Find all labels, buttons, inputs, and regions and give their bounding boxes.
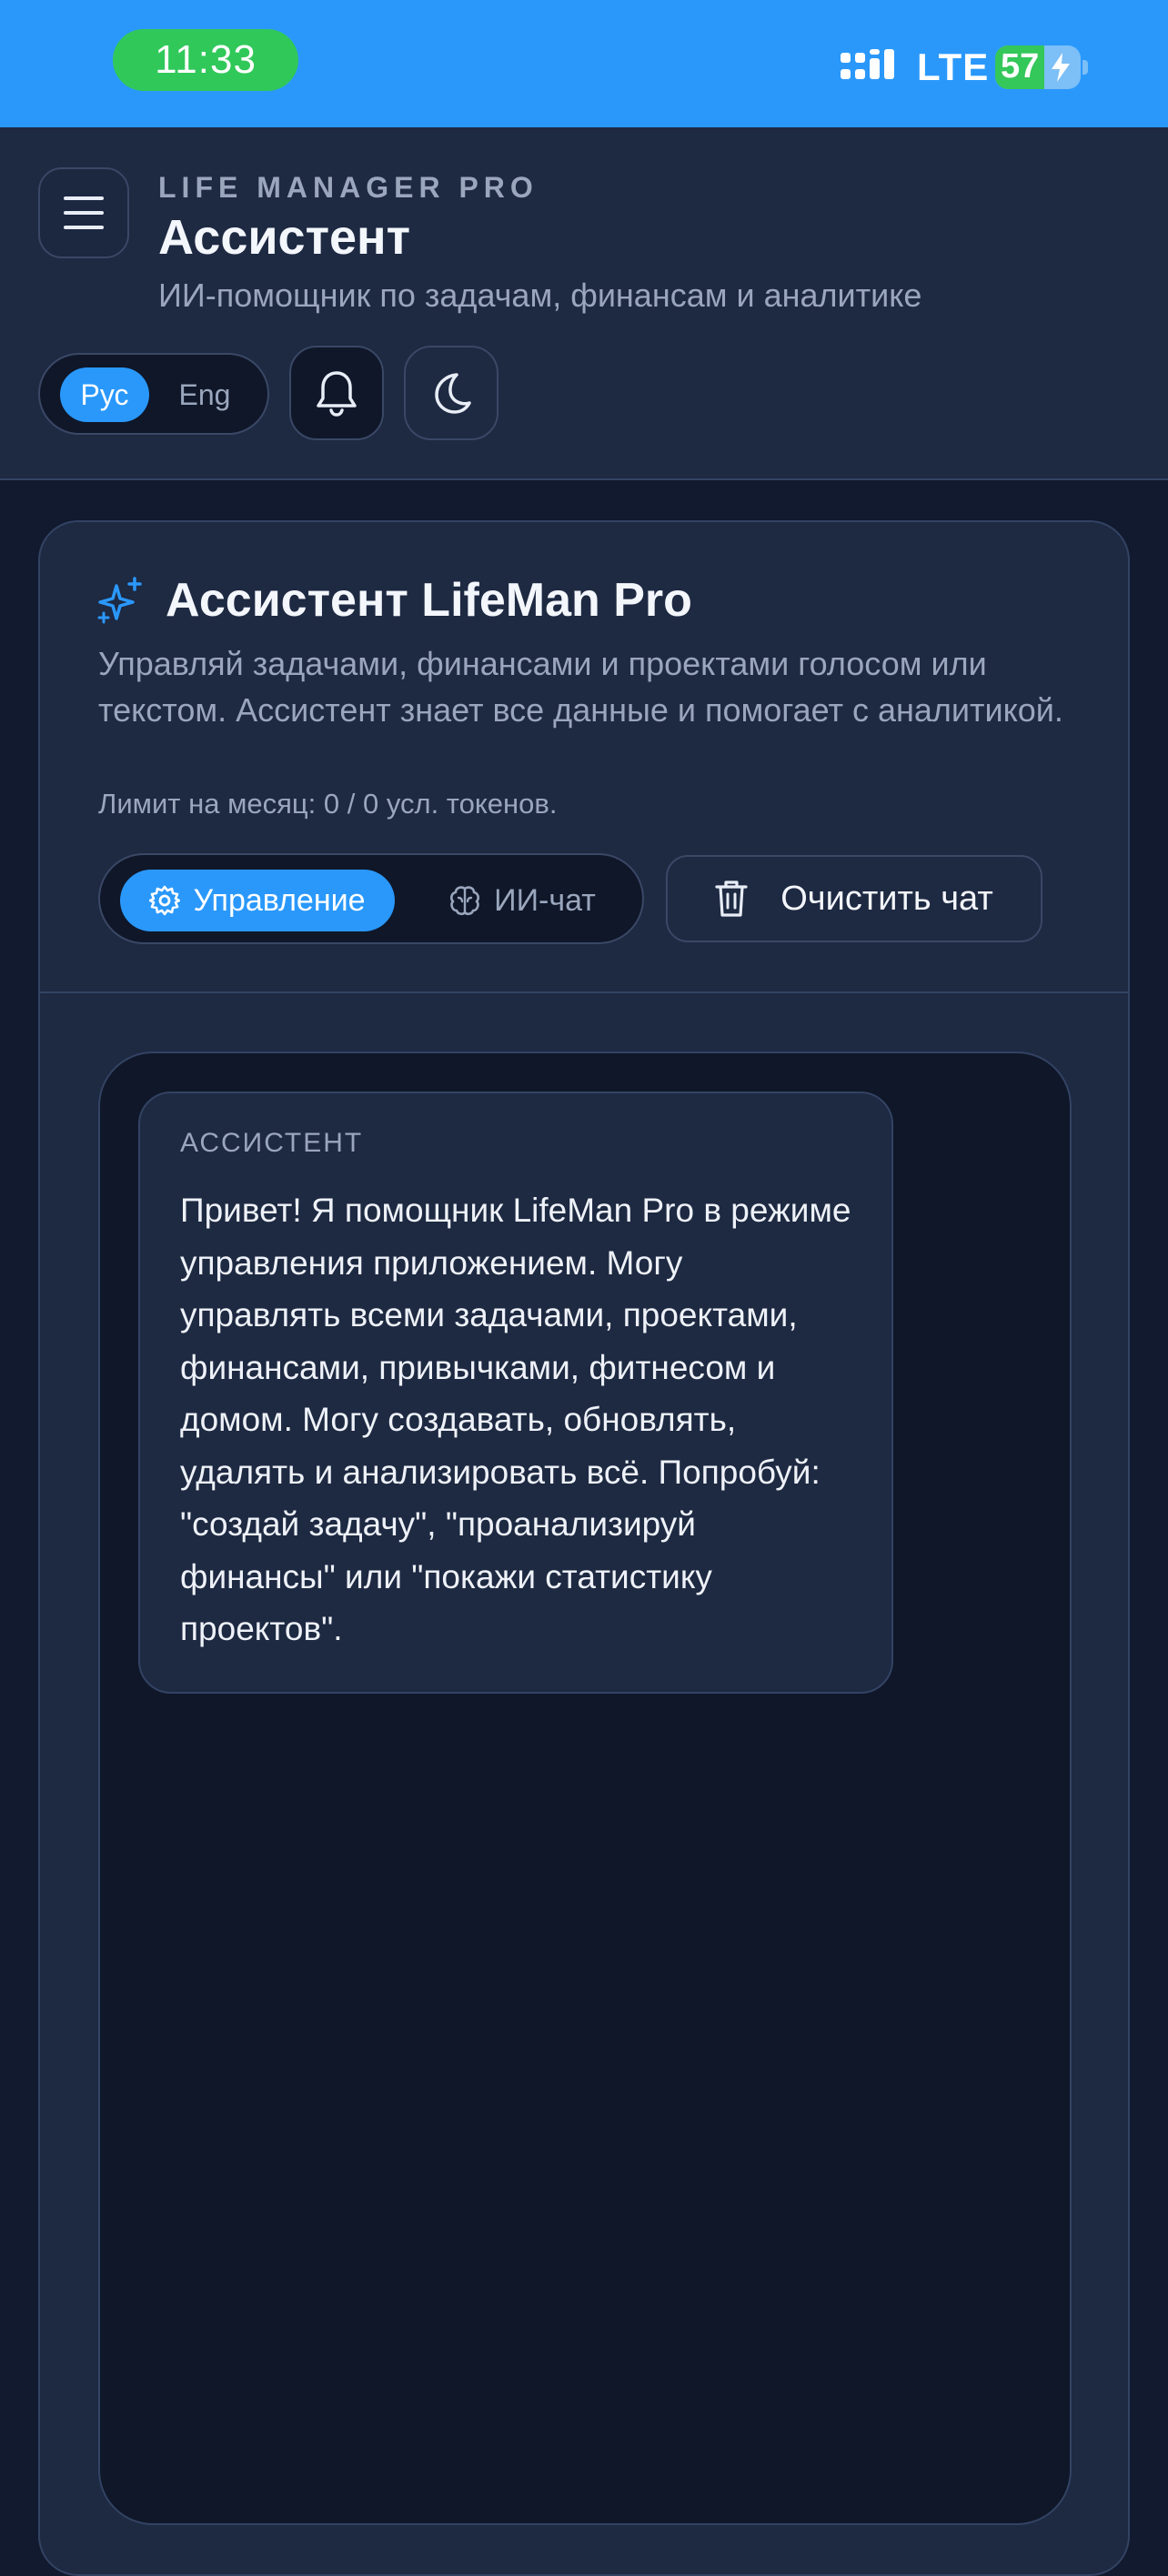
theme-toggle-button[interactable] (404, 346, 498, 440)
mode-chat-label: ИИ-чат (494, 882, 596, 918)
message-sender: АССИСТЕНТ (180, 1128, 364, 1158)
charging-bolt-icon (1052, 53, 1070, 82)
assistant-description: Управляй задачами, финансами и проектами… (98, 645, 1063, 729)
mode-chat-button[interactable]: ИИ-чат (431, 870, 613, 931)
assistant-card: Ассистент LifeMan Pro Управляй задачами,… (38, 520, 1130, 2576)
status-bar: 11:33 LTE 57 (0, 0, 1168, 127)
mode-control-button[interactable]: Управление (120, 870, 395, 931)
clear-chat-button[interactable]: Очистить чат (666, 855, 1042, 942)
gear-icon (149, 885, 181, 916)
brain-icon (450, 886, 480, 916)
token-limit: Лимит на месяц: 0 / 0 усл. токенов. (98, 788, 558, 820)
menu-icon (64, 196, 104, 229)
menu-button[interactable] (38, 167, 129, 258)
page-title: Ассистент (158, 210, 411, 265)
app-name: LIFE MANAGER PRO (158, 171, 539, 204)
notifications-button[interactable] (289, 346, 384, 440)
app-header: LIFE MANAGER PRO Ассистент ИИ-помощник п… (0, 127, 1168, 480)
bell-icon (317, 371, 357, 417)
network-type: LTE (917, 45, 990, 88)
battery-level: 57 (1001, 47, 1040, 86)
status-time: 11:33 (113, 29, 298, 91)
battery-nub (1082, 60, 1088, 75)
mode-control-label: Управление (193, 882, 366, 918)
mode-switch: Управление ИИ-чат (98, 853, 644, 944)
battery-indicator: 57 (995, 45, 1081, 89)
assistant-title: Ассистент LifeMan Pro (166, 574, 692, 627)
chat-area[interactable]: АССИСТЕНТ Привет! Я помощник LifeMan Pro… (98, 1052, 1072, 2525)
lang-rus-button[interactable]: Рус (60, 367, 149, 422)
clear-chat-label: Очистить чат (780, 879, 993, 918)
trash-icon (715, 880, 748, 917)
page-subtitle: ИИ-помощник по задачам, финансам и анали… (158, 277, 922, 314)
language-switch: Рус Eng (38, 353, 269, 435)
divider (40, 991, 1128, 993)
signal-icon (841, 49, 894, 79)
sparkles-icon (97, 577, 142, 624)
message-text: Привет! Я помощник LifeMan Pro в режиме … (180, 1192, 851, 1647)
moon-icon (435, 373, 471, 414)
lang-eng-button[interactable]: Eng (160, 367, 249, 422)
assistant-message: АССИСТЕНТ Привет! Я помощник LifeMan Pro… (138, 1092, 893, 1694)
